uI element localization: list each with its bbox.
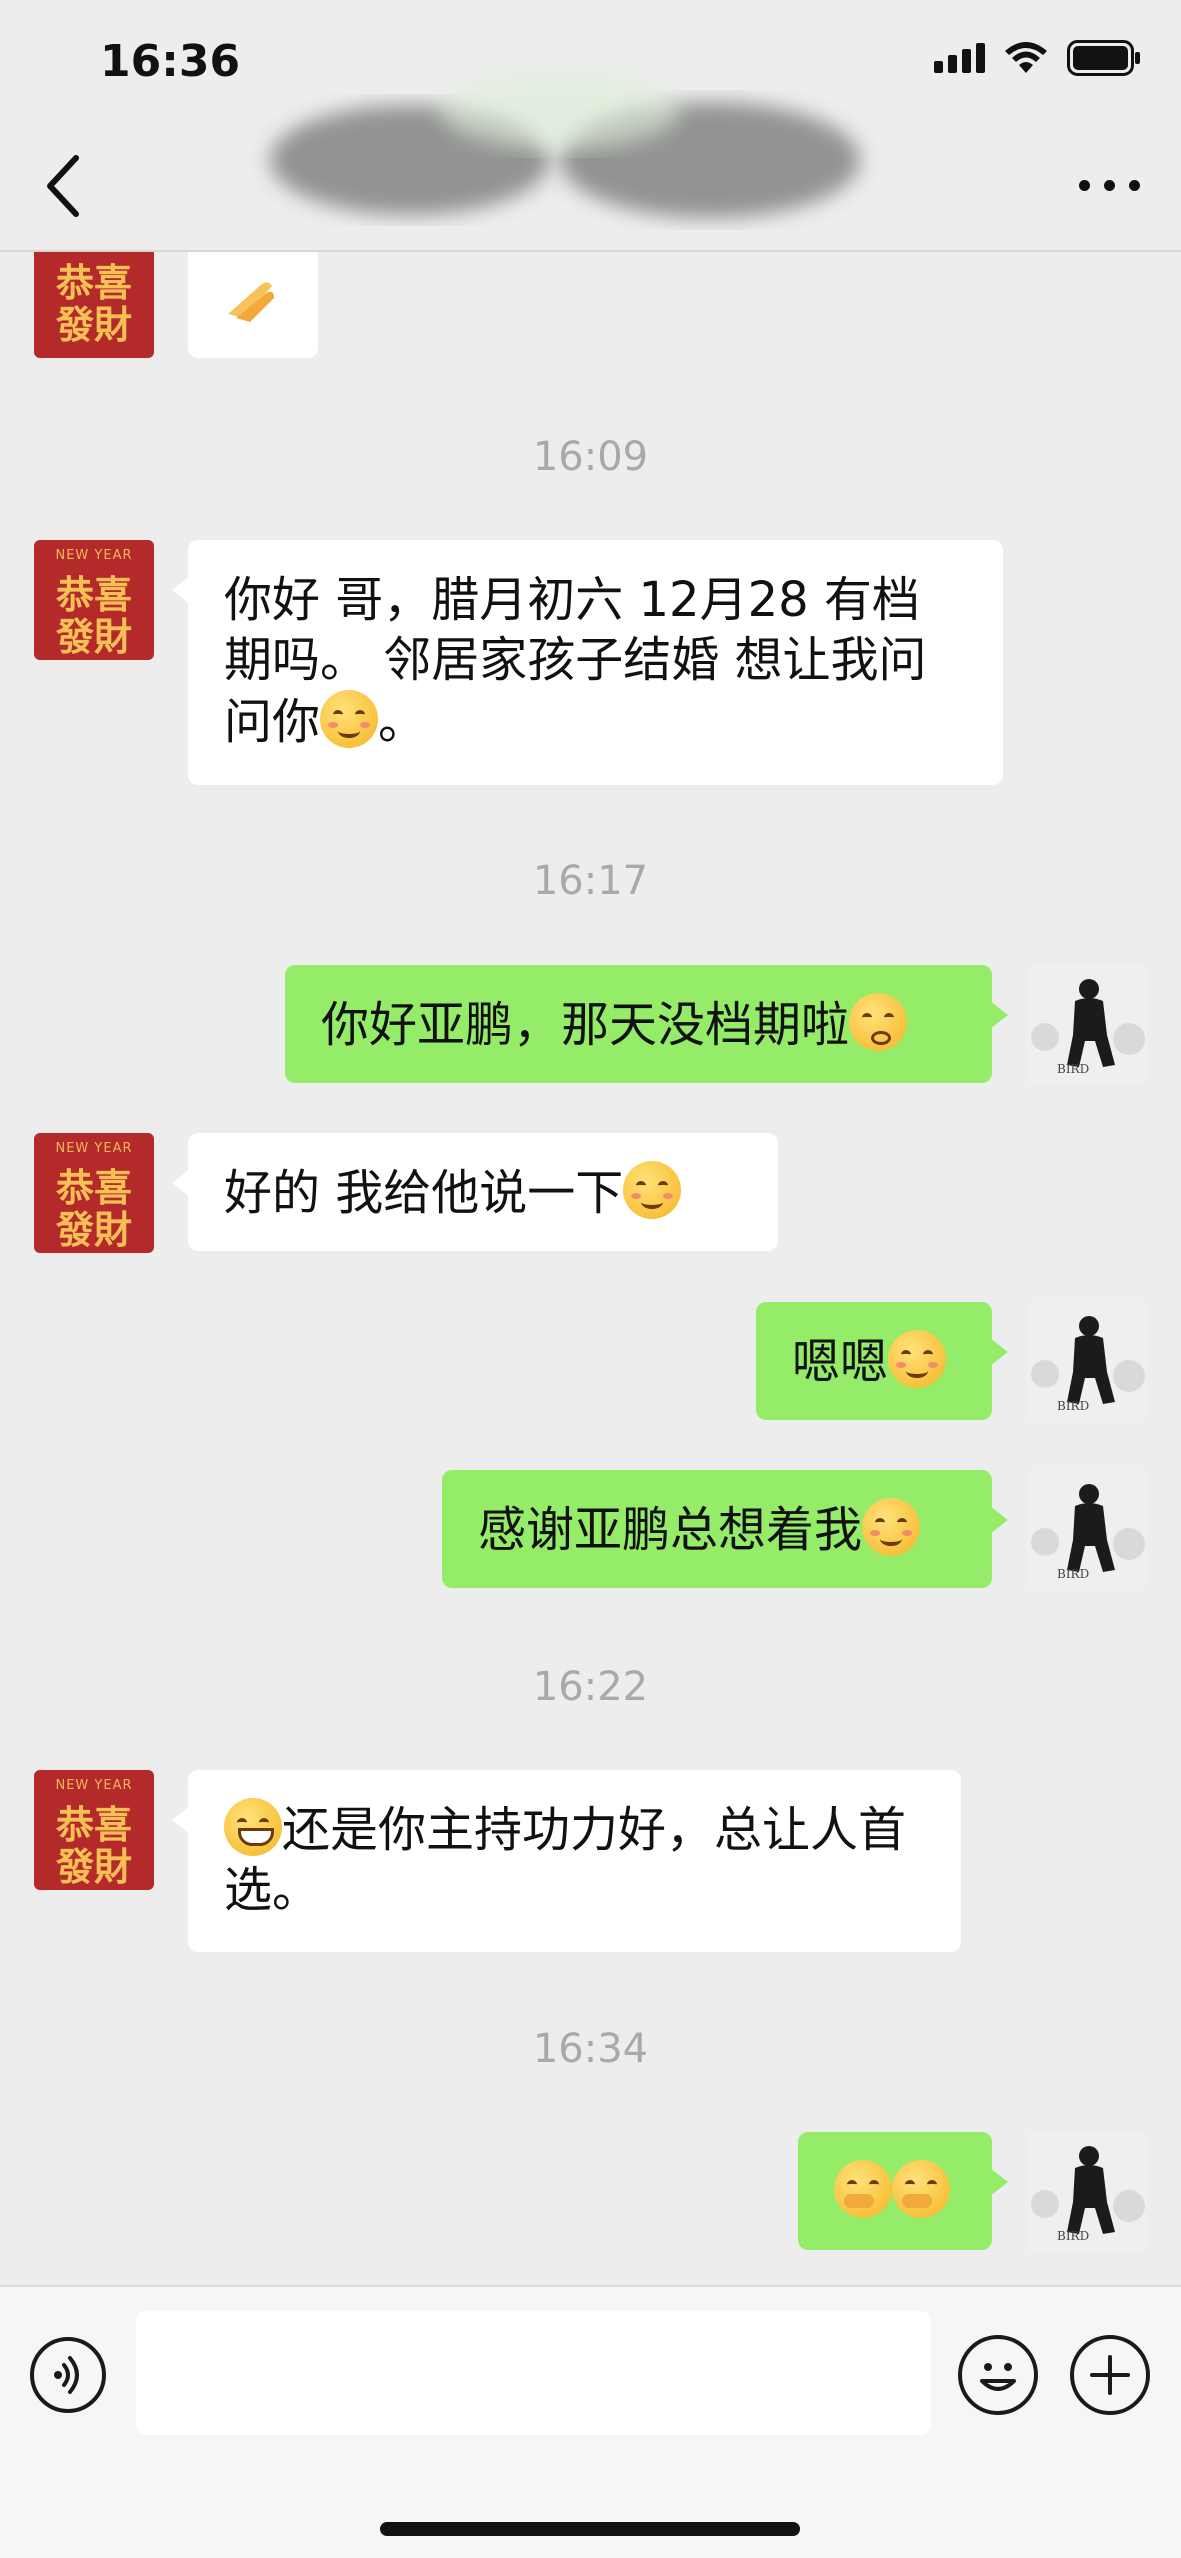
- navigation-bar: 16:36: [0, 0, 1181, 252]
- smile-emoji-icon: [623, 1161, 682, 1219]
- message-text: 感谢亚鹏总想着我: [478, 1502, 863, 1558]
- grin-emoji-icon: [224, 1798, 282, 1856]
- avatar-text: 發財: [55, 302, 132, 347]
- message-input[interactable]: [136, 2311, 931, 2435]
- user-avatar[interactable]: BIRD: [1027, 2132, 1147, 2252]
- avatar-caption: BIRD: [1057, 1567, 1089, 1581]
- timestamp: 16:17: [532, 858, 649, 904]
- message-text: 你好亚鹏，那天没档期啦: [321, 997, 850, 1053]
- message-text: 还是你主持功力好，总让人首选。: [224, 1802, 907, 1918]
- smile-emoji-icon: [888, 1330, 947, 1388]
- wifi-icon: [1003, 41, 1049, 75]
- timestamp: 16:22: [532, 1664, 649, 1710]
- person-photo-icon: BIRD: [1027, 2132, 1147, 2252]
- message-bubble-left[interactable]: 好的 我给他说一下: [172, 1133, 778, 1251]
- status-time: 16:36: [100, 36, 241, 87]
- timestamp: 16:09: [532, 434, 649, 480]
- avatar-text: 恭喜: [55, 572, 132, 617]
- message-bubble-left[interactable]: 你好 哥，腊月初六 12月28 有档期吗。 邻居家孩子结婚 想让我问问你。: [172, 540, 1003, 785]
- avatar-text: 發財: [55, 1207, 132, 1252]
- avatar-text: 恭喜: [55, 1802, 132, 1847]
- timestamp: 16:34: [532, 2026, 649, 2072]
- more-options-button[interactable]: [1077, 170, 1141, 200]
- person-photo-icon: BIRD: [1027, 965, 1147, 1085]
- message-text-end: 。: [378, 694, 427, 750]
- message-bubble-left[interactable]: [188, 240, 318, 358]
- back-arrow-icon[interactable]: [40, 150, 86, 222]
- redacted-title-scribble: [270, 70, 860, 218]
- person-photo-icon: BIRD: [1027, 1302, 1147, 1422]
- avatar-text: 恭喜: [55, 260, 132, 305]
- avatar-caption: BIRD: [1057, 2229, 1089, 2243]
- voice-input-button[interactable]: [30, 2337, 106, 2413]
- clapping-hands-icon: [228, 282, 274, 322]
- user-avatar[interactable]: BIRD: [1027, 1302, 1147, 1422]
- avatar-text: 發財: [55, 614, 132, 659]
- message-text: 好的 我给他说一下: [224, 1165, 624, 1221]
- contact-avatar[interactable]: 恭喜 發財: [34, 240, 154, 358]
- avatar-text: 恭喜: [55, 1165, 132, 1210]
- message-bubble-right[interactable]: 你好亚鹏，那天没档期啦: [285, 965, 1008, 1083]
- plus-icon: [1090, 2355, 1130, 2395]
- emoji-button[interactable]: [958, 2335, 1038, 2415]
- contact-avatar[interactable]: NEW YEAR 恭喜 發財: [34, 1133, 154, 1253]
- avatar-text: 發財: [55, 1844, 132, 1889]
- avatar-caption: BIRD: [1057, 1062, 1089, 1076]
- more-functions-button[interactable]: [1070, 2335, 1150, 2415]
- smile-emoji-icon: [862, 1498, 921, 1556]
- contact-avatar[interactable]: NEW YEAR 恭喜 發財: [34, 1770, 154, 1890]
- chat-area: 恭喜 發財 16:09 NEW YEAR 恭喜 發財 你好 哥，腊月初六 12月28…: [0, 0, 1181, 2285]
- smile-emoji-icon: [320, 690, 379, 748]
- message-bubble-right[interactable]: 嗯嗯: [756, 1302, 1008, 1420]
- message-text: 嗯嗯: [792, 1334, 889, 1390]
- battery-icon: [1067, 40, 1141, 76]
- avatar-text: NEW YEAR: [55, 1778, 133, 1793]
- cellular-signal-icon: [934, 43, 985, 73]
- avatar-text: NEW YEAR: [55, 1141, 133, 1156]
- user-avatar[interactable]: BIRD: [1027, 965, 1147, 1085]
- user-avatar[interactable]: BIRD: [1027, 1470, 1147, 1590]
- person-photo-icon: BIRD: [1027, 1470, 1147, 1590]
- status-icons: [934, 40, 1141, 76]
- avatar-caption: BIRD: [1057, 1399, 1089, 1413]
- pleading-emoji-icon: [849, 993, 908, 1051]
- smiley-icon: [980, 2363, 1016, 2391]
- contact-avatar[interactable]: NEW YEAR 恭喜 發財: [34, 540, 154, 660]
- home-indicator[interactable]: [380, 2522, 800, 2536]
- message-bubble-left[interactable]: 还是你主持功力好，总让人首选。: [172, 1770, 961, 1952]
- voice-icon: [54, 2356, 79, 2394]
- hand-over-mouth-emoji-icon: [834, 2160, 892, 2218]
- input-bar: [0, 2285, 1181, 2558]
- message-bubble-right[interactable]: [798, 2132, 1008, 2250]
- message-bubble-right[interactable]: 感谢亚鹏总想着我: [442, 1470, 1008, 1588]
- hand-over-mouth-emoji-icon: [892, 2160, 950, 2218]
- avatar-text: NEW YEAR: [55, 548, 133, 563]
